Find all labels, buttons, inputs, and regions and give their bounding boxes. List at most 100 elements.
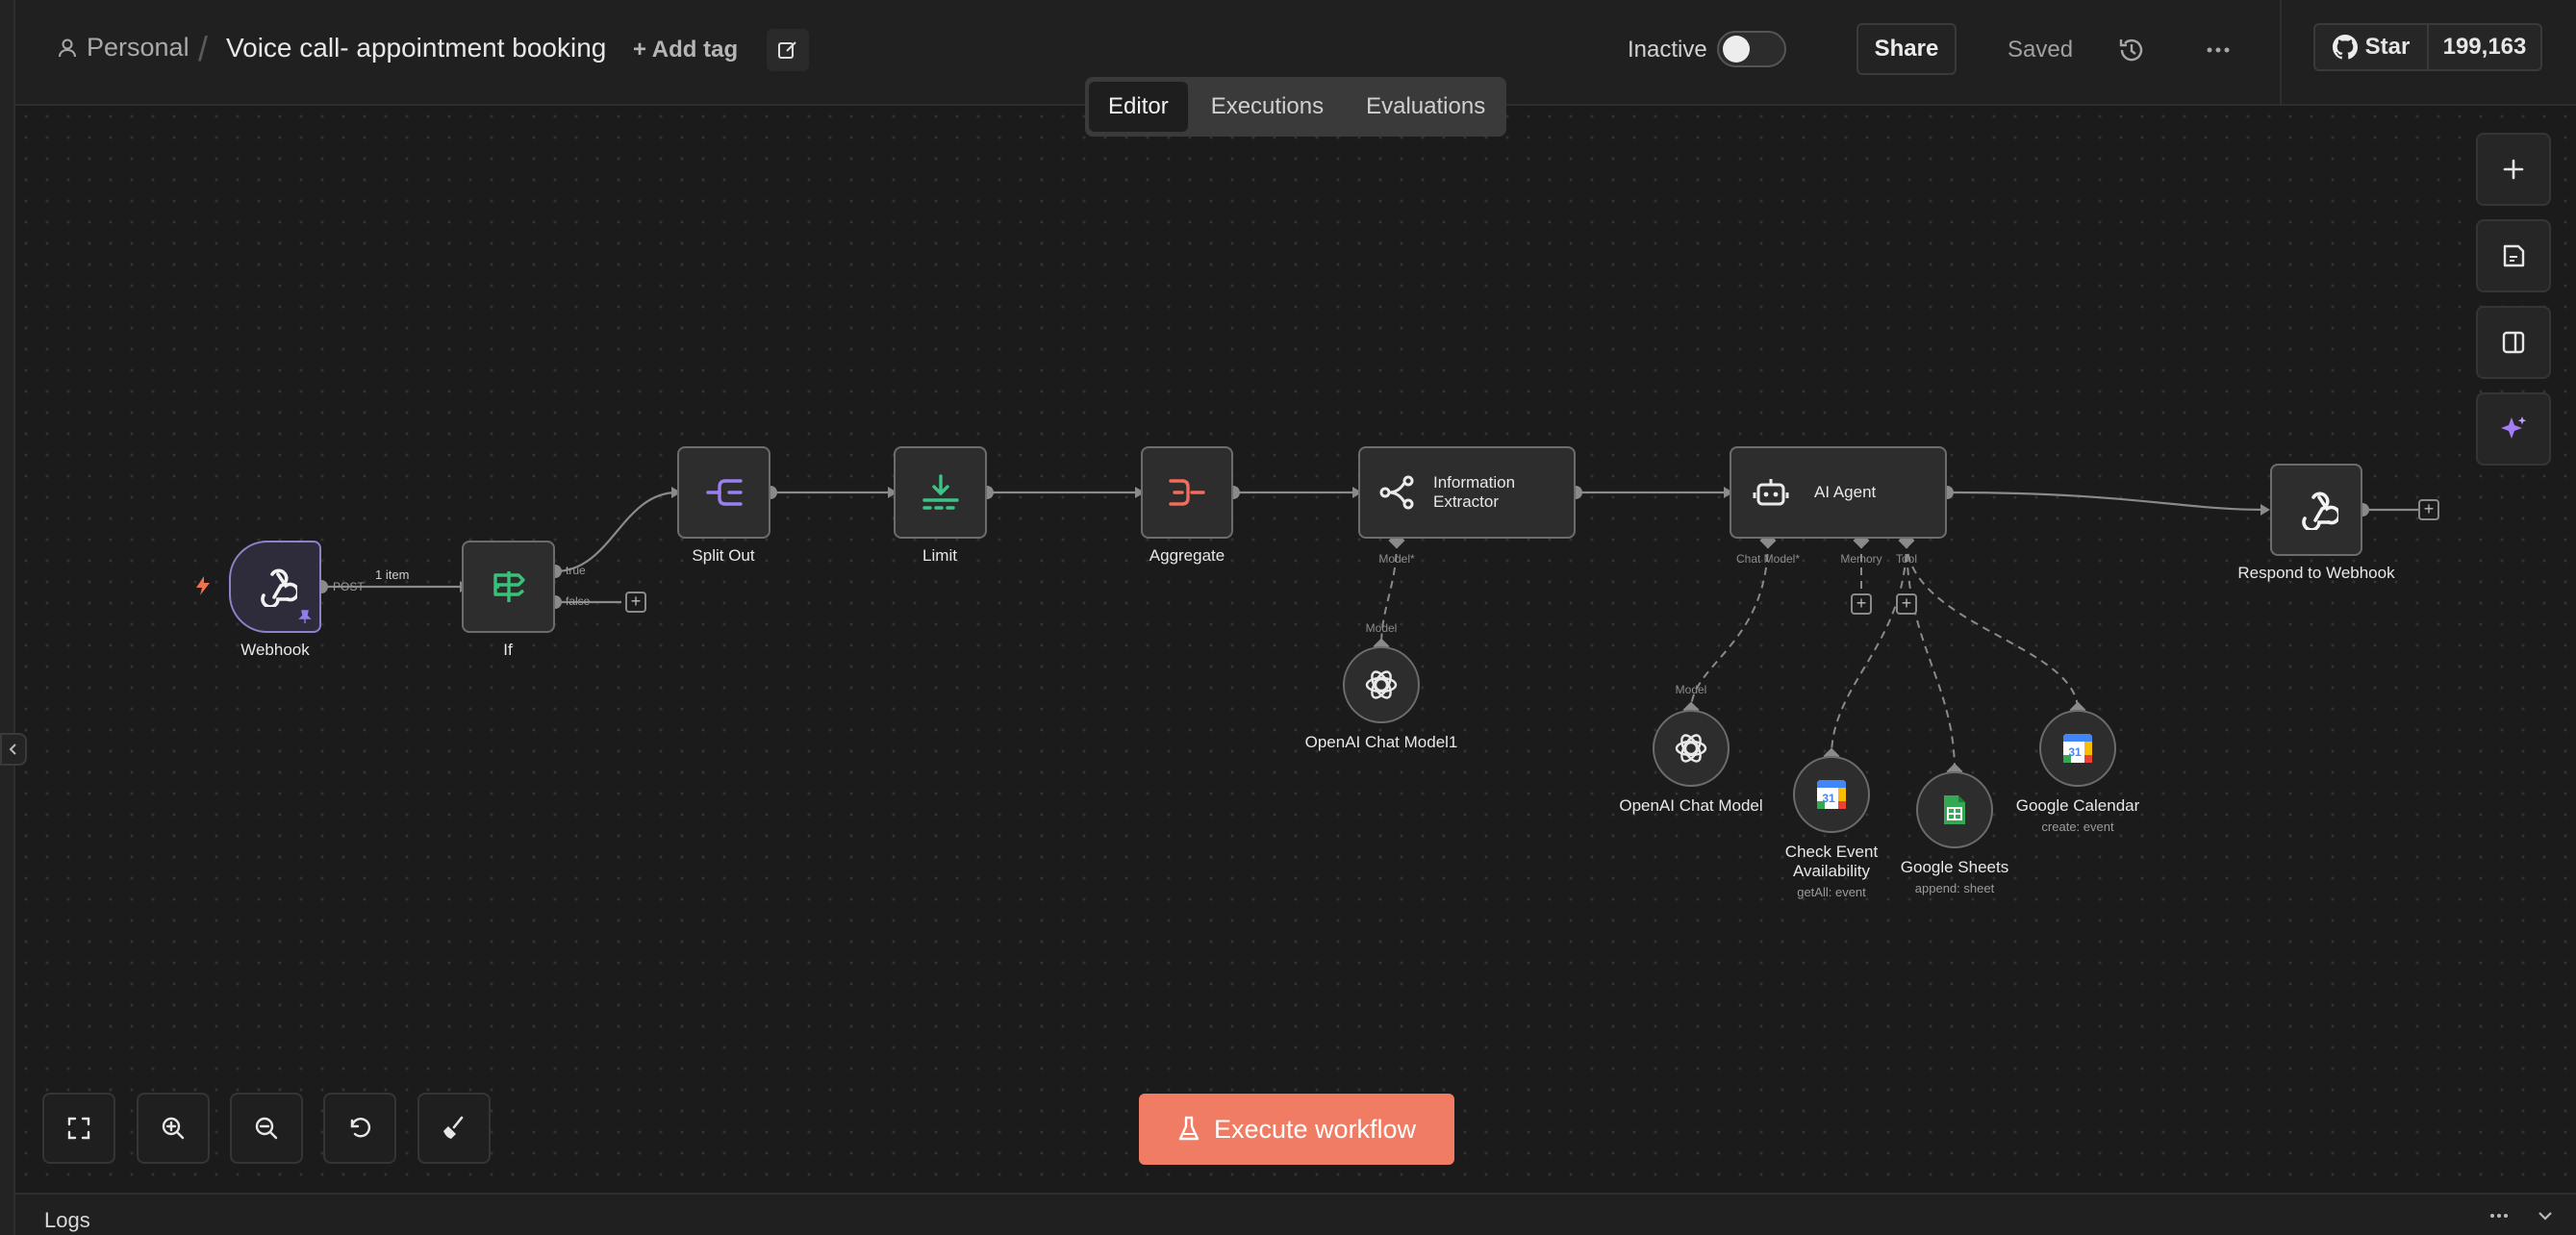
zoom-out-button[interactable]	[230, 1093, 303, 1164]
fit-view-button[interactable]	[42, 1093, 115, 1164]
node-check-event-sub: getAll: event	[1797, 885, 1866, 899]
agent-tool-port-label: Tool	[1895, 552, 1918, 566]
node-split-out-label: Split Out	[692, 546, 755, 565]
google-calendar-icon: 31	[1817, 780, 1846, 809]
workflow-title[interactable]: Voice call- appointment booking	[226, 33, 606, 63]
logs-panel: Logs	[15, 1193, 2576, 1235]
node-google-calendar-label: Google Calendar	[2015, 796, 2140, 815]
tab-evaluations[interactable]: Evaluations	[1347, 82, 1504, 132]
breadcrumb-project[interactable]: Personal	[58, 33, 189, 63]
tidy-up-button[interactable]	[417, 1093, 491, 1164]
node-google-sheets-label: Google Sheets	[1900, 858, 2009, 876]
undo-icon	[350, 1118, 371, 1138]
node-google-calendar[interactable]: 31	[2039, 710, 2116, 787]
edit-note-icon	[778, 41, 796, 59]
execute-workflow-button[interactable]: Execute workflow	[1139, 1094, 1454, 1165]
github-star-widget[interactable]: Star 199,163	[2313, 23, 2542, 71]
model1-port-label: Model	[1365, 621, 1398, 635]
add-tool-button[interactable]: +	[1896, 593, 1917, 615]
edit-description-button[interactable]	[767, 29, 809, 71]
extractor-model-port-label: Model*	[1378, 552, 1415, 566]
github-star-count: 199,163	[2442, 34, 2527, 60]
panel-icon	[2502, 331, 2525, 354]
node-check-event-label: Check Event Availability	[1785, 843, 1878, 881]
node-ai-agent-label: AI Agent	[1814, 483, 1877, 501]
webhook-output-label: POST	[333, 580, 365, 593]
node-information-extractor-label: Information Extractor	[1433, 473, 1515, 512]
github-star-button[interactable]: Star	[2315, 25, 2429, 69]
google-calendar-icon: 31	[2063, 734, 2092, 763]
saved-indicator: Saved	[2008, 37, 2074, 63]
node-openai-chat-model1-label: OpenAI Chat Model1	[1304, 733, 1458, 751]
node-google-sheets-sub: append: sheet	[1914, 881, 1995, 895]
zoom-in-button[interactable]	[137, 1093, 210, 1164]
tab-editor[interactable]: Editor	[1089, 82, 1188, 132]
openai-icon	[1675, 734, 1707, 763]
logs-more-icon[interactable]	[2488, 1208, 2511, 1223]
connection-if-splitout	[554, 491, 678, 573]
tab-executions[interactable]: Executions	[1192, 82, 1343, 132]
flask-icon	[1178, 1116, 1200, 1141]
toggle-panel-button[interactable]	[2476, 306, 2551, 379]
node-openai-chat-model1[interactable]	[1343, 646, 1420, 723]
node-if-label: If	[503, 641, 513, 659]
node-openai-chat-model[interactable]	[1653, 710, 1730, 787]
if-true-label: true	[566, 564, 586, 577]
node-openai-chat-model-label: OpenAI Chat Model	[1619, 796, 1763, 815]
add-memory-button[interactable]: +	[1851, 593, 1872, 615]
github-star-label: Star	[2364, 34, 2411, 60]
share-button[interactable]: Share	[1856, 23, 1957, 75]
ai-assistant-button[interactable]	[2476, 392, 2551, 466]
node-google-sheets[interactable]	[1916, 771, 1993, 848]
agent-chat-model-port-label: Chat Model*	[1735, 552, 1801, 566]
add-node-if-false-button[interactable]: +	[625, 592, 646, 613]
history-icon[interactable]	[2116, 35, 2147, 65]
connections-layer	[315, 486, 2420, 780]
chat-model-port-label: Model	[1675, 683, 1707, 696]
node-limit[interactable]	[894, 446, 987, 539]
check-event-label-line1: Check Event	[1784, 843, 1879, 861]
view-tabs: Editor Executions Evaluations	[1085, 77, 1506, 137]
node-google-calendar-sub: create: event	[2041, 819, 2114, 834]
chevron-down-icon[interactable]	[2536, 1208, 2555, 1223]
connection-check-tool	[1831, 540, 1907, 757]
more-options-icon[interactable]	[2203, 35, 2234, 65]
execute-workflow-label: Execute workflow	[1213, 1114, 1417, 1144]
node-aggregate[interactable]	[1141, 446, 1233, 539]
svg-text:31: 31	[2068, 745, 2082, 759]
node-webhook[interactable]	[229, 541, 321, 633]
add-tag-button[interactable]: + Add tag	[633, 37, 738, 63]
fullscreen-icon	[67, 1117, 90, 1140]
node-aggregate-label: Aggregate	[1149, 546, 1225, 565]
node-ai-agent[interactable]: AI Agent	[1730, 446, 1947, 539]
add-node-after-respond-button[interactable]: +	[2418, 499, 2439, 520]
robot-icon	[1753, 479, 1789, 506]
node-check-event-availability[interactable]: 31	[1793, 756, 1870, 833]
trigger-bolt-icon	[196, 576, 210, 595]
sidebar-expand-button[interactable]	[0, 733, 27, 766]
node-if[interactable]	[462, 541, 555, 633]
project-name: Personal	[87, 33, 189, 62]
undo-button[interactable]	[323, 1093, 396, 1164]
workflow-canvas[interactable]: Webhook POST 1 item If true false + Spli…	[15, 106, 2576, 1193]
extractor-label-line1: Information	[1433, 473, 1516, 491]
node-respond-to-webhook[interactable]	[2270, 464, 2362, 556]
add-sticky-note-button[interactable]	[2476, 219, 2551, 292]
openai-icon	[1365, 670, 1398, 699]
items-count-label: 1 item	[375, 567, 410, 582]
node-split-out[interactable]	[677, 446, 770, 539]
active-toggle[interactable]	[1717, 31, 1786, 67]
limit-icon	[922, 474, 959, 510]
header-divider	[2280, 0, 2282, 106]
node-information-extractor[interactable]: Information Extractor	[1358, 446, 1576, 539]
zoom-out-icon	[255, 1117, 278, 1140]
node-respond-to-webhook-label: Respond to Webhook	[2237, 564, 2395, 582]
connection-agent-respond	[1946, 491, 2267, 512]
logs-title[interactable]: Logs	[44, 1208, 90, 1233]
breadcrumb-separator: /	[198, 29, 209, 68]
workflow-status-label: Inactive	[1628, 37, 1707, 63]
pin-icon	[298, 610, 312, 623]
user-icon	[59, 38, 76, 57]
sparkle-icon	[2501, 416, 2527, 439]
add-node-button[interactable]	[2476, 133, 2551, 206]
